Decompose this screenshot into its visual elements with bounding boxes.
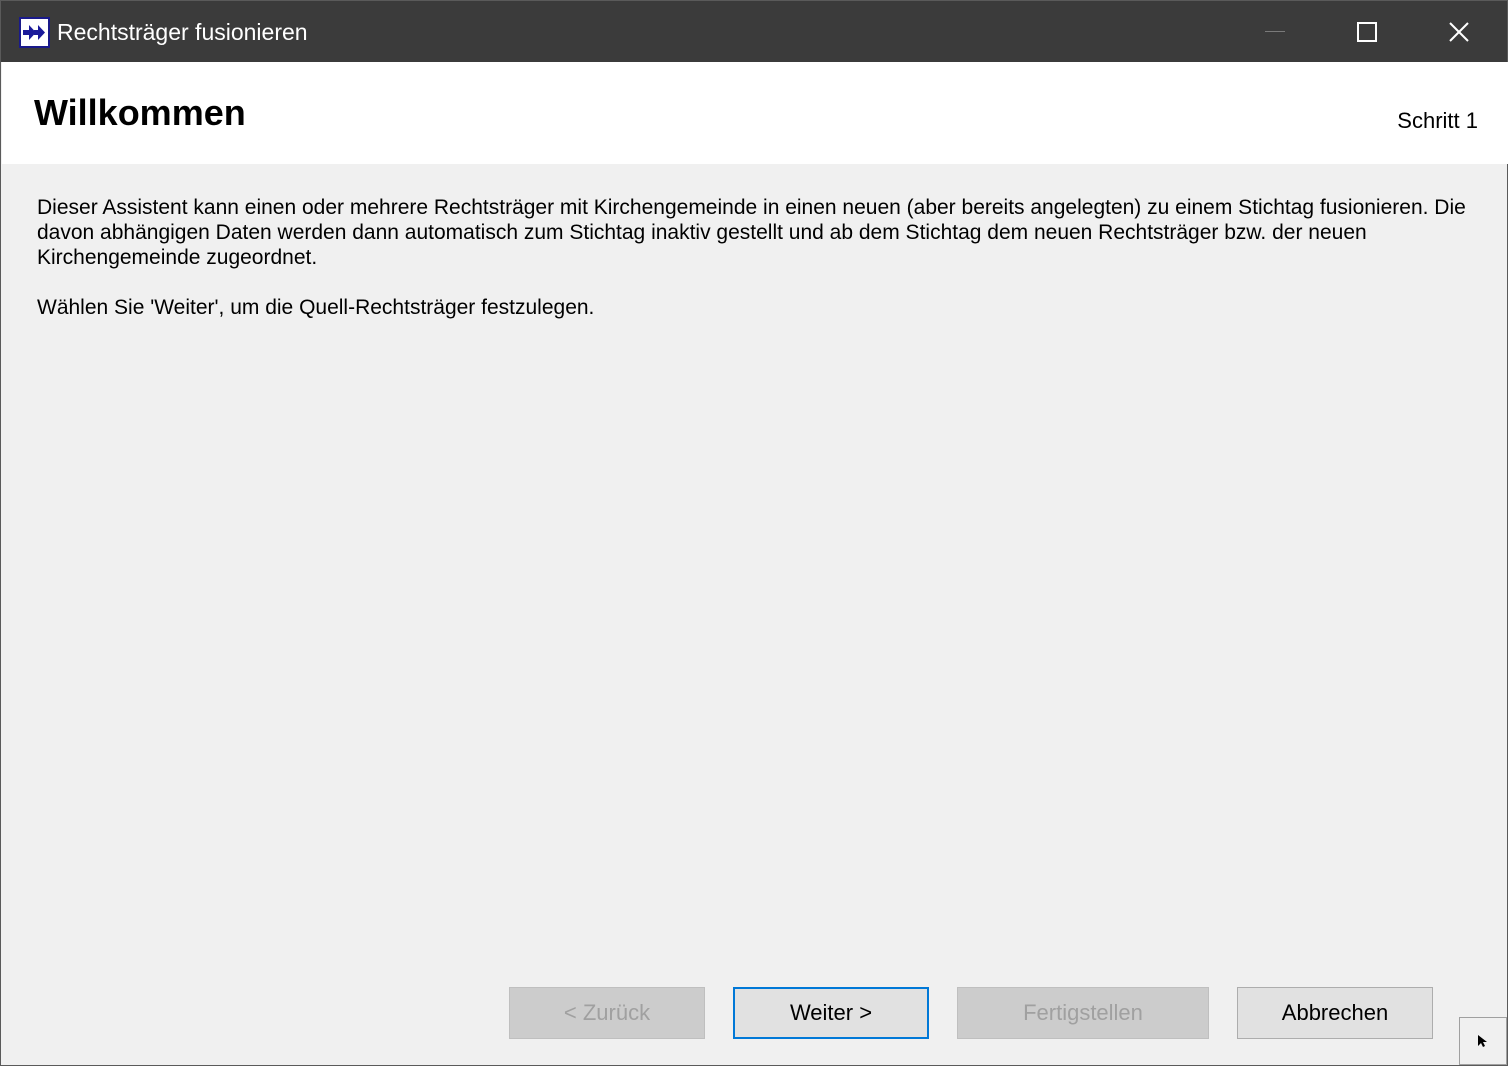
double-arrow-right-icon [19,17,50,48]
back-button[interactable]: < Zurück [509,987,705,1039]
close-button[interactable] [1413,1,1505,62]
maximize-button[interactable] [1321,1,1413,62]
wizard-header: Willkommen Schritt 1 [2,62,1508,164]
page-title: Willkommen [34,92,246,133]
step-indicator: Schritt 1 [1397,108,1478,133]
description-paragraph: Dieser Assistent kann einen oder mehrere… [37,196,1466,269]
finish-button[interactable]: Fertigstellen [957,987,1209,1039]
minimize-icon [1265,31,1285,32]
window-title: Rechtsträger fusionieren [57,19,308,45]
help-pointer-icon [1478,1035,1487,1047]
close-icon [1449,21,1469,42]
cancel-button[interactable]: Abbrechen [1237,987,1433,1039]
minimize-button[interactable] [1229,1,1321,62]
title-bar[interactable]: Rechtsträger fusionieren [1,1,1507,62]
maximize-icon [1357,21,1377,42]
wizard-window: Rechtsträger fusionieren Willkommen Schr… [0,0,1508,1066]
wizard-description: Dieser Assistent kann einen oder mehrere… [37,195,1467,320]
instruction-paragraph: Wählen Sie 'Weiter', um die Quell-Rechts… [37,296,595,319]
next-button[interactable]: Weiter > [733,987,929,1039]
help-button[interactable] [1459,1017,1507,1065]
